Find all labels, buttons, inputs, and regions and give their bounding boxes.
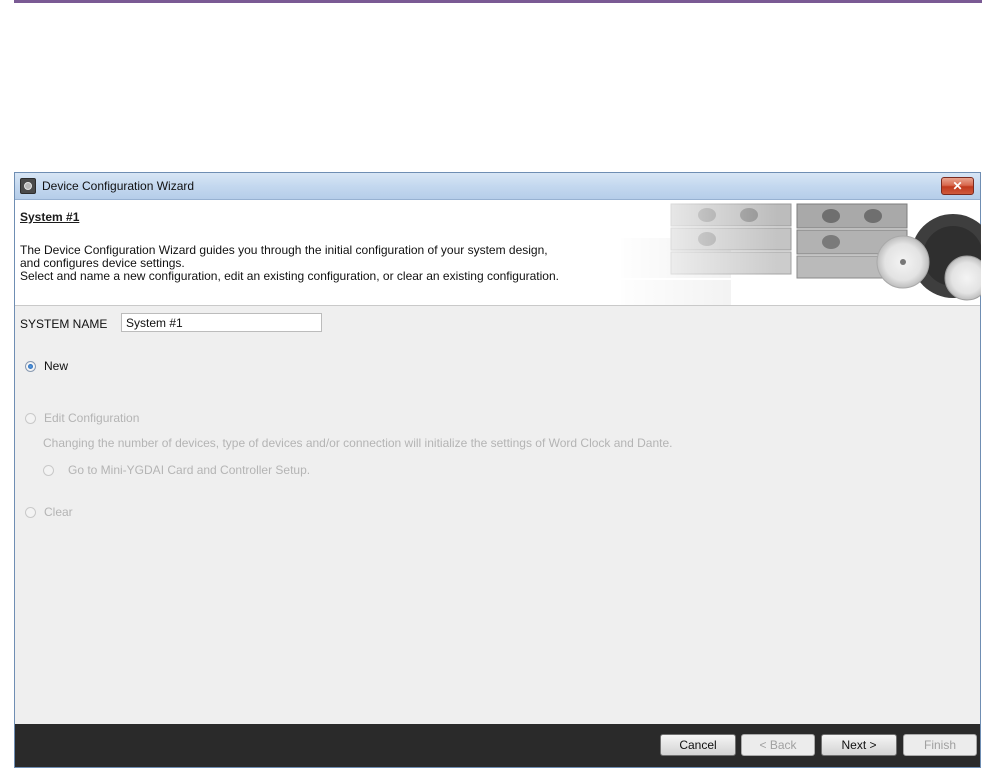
radio-clear[interactable]: Clear [25, 505, 73, 519]
system-name-input[interactable] [121, 313, 322, 332]
window-title: Device Configuration Wizard [42, 179, 195, 193]
radio-mini-ygdai-button[interactable] [43, 464, 54, 476]
next-button[interactable]: Next > [821, 734, 897, 756]
app-icon [20, 178, 36, 194]
radio-edit-label: Edit Configuration [44, 411, 140, 425]
wizard-window: Device Configuration Wizard ✕ System #1 … [14, 172, 981, 768]
system-name-label: SYSTEM NAME [20, 317, 108, 331]
radio-new[interactable]: New [25, 359, 68, 373]
wizard-footer: Cancel < Back Next > Finish [15, 724, 980, 767]
wizard-description: The Device Configuration Wizard guides y… [20, 244, 650, 283]
radio-mini-ygdai-setup[interactable]: Go to Mini-YGDAI Card and Controller Set… [43, 463, 310, 477]
top-divider [14, 0, 982, 3]
radio-mini-ygdai-label: Go to Mini-YGDAI Card and Controller Set… [68, 463, 311, 477]
description-line: Select and name a new configuration, edi… [20, 269, 559, 283]
wizard-header: System #1 The Device Configuration Wizar… [15, 200, 981, 306]
close-button[interactable]: ✕ [941, 177, 974, 195]
cancel-button[interactable]: Cancel [660, 734, 736, 756]
radio-new-button[interactable] [25, 360, 36, 372]
hardware-banner-image [611, 200, 981, 305]
system-title: System #1 [20, 210, 80, 224]
radio-new-label: New [44, 359, 69, 373]
title-bar[interactable]: Device Configuration Wizard ✕ [15, 173, 980, 200]
edit-warning-note: Changing the number of devices, type of … [43, 436, 673, 450]
radio-edit-button[interactable] [25, 412, 36, 424]
radio-clear-button[interactable] [25, 506, 36, 518]
radio-edit-configuration[interactable]: Edit Configuration [25, 411, 139, 425]
finish-button[interactable]: Finish [903, 734, 977, 756]
radio-clear-label: Clear [44, 505, 73, 519]
back-button[interactable]: < Back [741, 734, 815, 756]
